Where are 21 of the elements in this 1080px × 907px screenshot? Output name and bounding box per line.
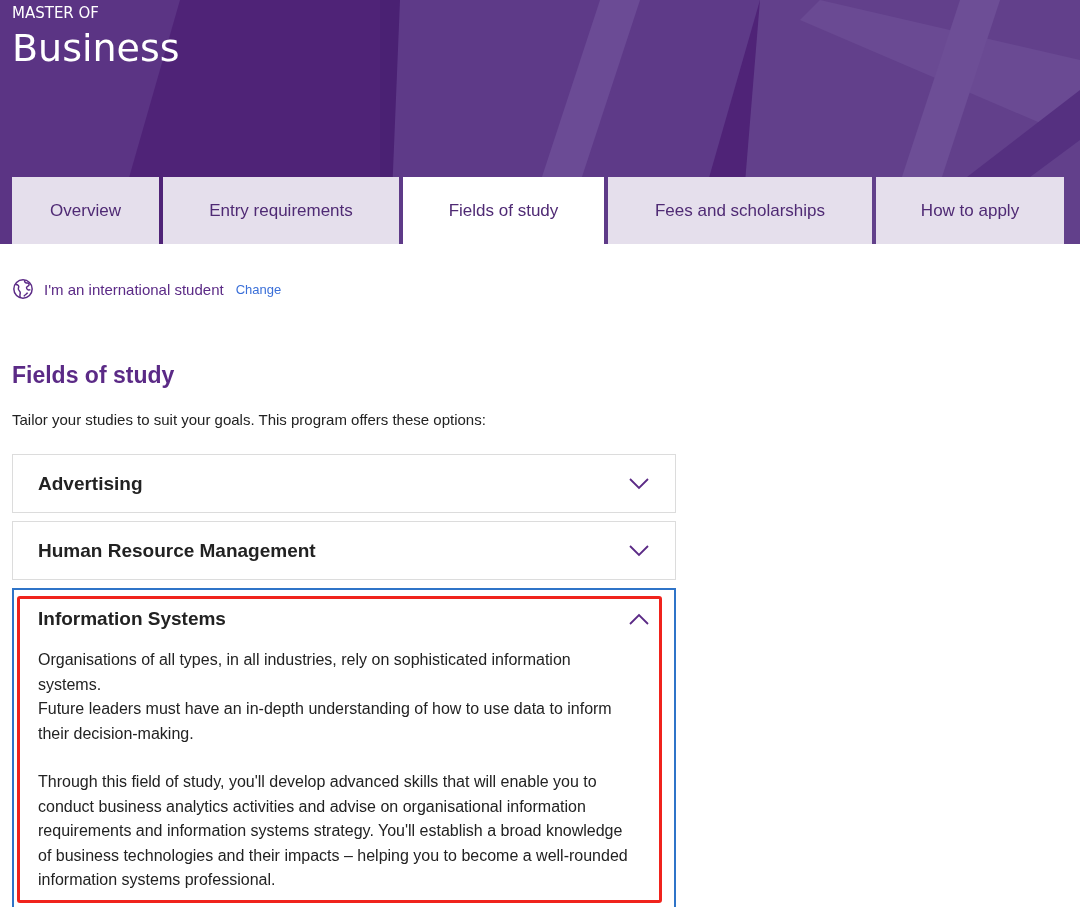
chevron-down-icon[interactable] <box>629 477 649 490</box>
program-eyebrow: MASTER OF <box>12 4 100 22</box>
intro-text: Tailor your studies to suit your goals. This program offers these options: <box>12 411 487 428</box>
section-heading: Fields of study <box>12 362 176 389</box>
accordion-title[interactable]: Advertising <box>38 472 143 495</box>
chevron-down-icon[interactable] <box>629 544 649 557</box>
globe-icon <box>12 278 34 300</box>
tab[interactable]: Overview <box>12 177 159 244</box>
accordion-title[interactable]: Human Resource Management <box>38 539 316 562</box>
student-type-label: I'm an international student <box>44 280 224 298</box>
body-text: Future leaders must have an in-depth understanding of how to use data to inform their decision-making. <box>38 699 613 744</box>
change-link[interactable]: Change <box>235 281 282 297</box>
tab[interactable]: Fees and scholarships <box>608 177 872 244</box>
accordion-title[interactable]: Information Systems <box>38 608 226 630</box>
chevron-up-icon[interactable] <box>629 613 649 625</box>
program-title: Business <box>12 26 181 70</box>
tab[interactable]: How to apply <box>876 177 1064 244</box>
tab[interactable]: Entry requirements <box>163 177 399 244</box>
body-text: Organisations of all types, in all industries, rely on sophisticated information systems. <box>38 650 572 695</box>
tab[interactable]: Fields of study <box>403 177 604 244</box>
body-text: Through this field of study, you'll develop advanced skills that will enable you to conduct business analytics activities and advise on organisational information requirements and information systems strategy. You'll establish a broad knowledge of business technologies and their impacts – helping you to become a well-rounded information systems professional. <box>38 772 629 890</box>
